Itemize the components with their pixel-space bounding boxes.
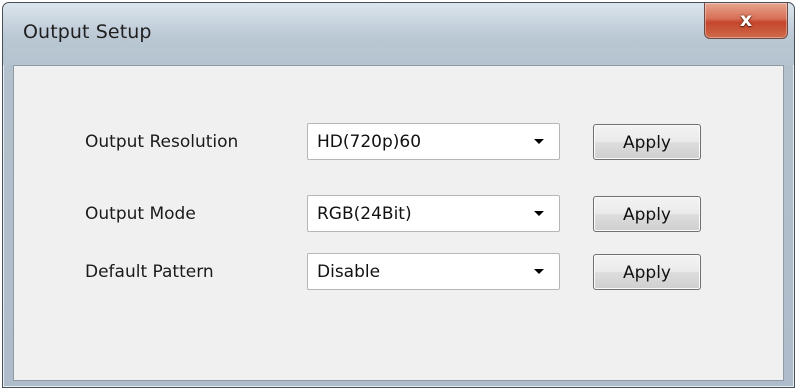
output-resolution-row: Output Resolution HD(720p)60 Apply bbox=[14, 123, 783, 163]
default-pattern-row: Default Pattern Disable Apply bbox=[14, 253, 783, 293]
output-mode-label: Output Mode bbox=[85, 204, 196, 224]
title-bar[interactable]: Output Setup x bbox=[3, 3, 794, 65]
apply-output-mode-button[interactable]: Apply bbox=[593, 196, 701, 232]
close-icon: x bbox=[739, 9, 753, 31]
window-title: Output Setup bbox=[23, 21, 152, 43]
chevron-down-icon bbox=[534, 269, 544, 274]
settings-panel: Output Resolution HD(720p)60 Apply Outpu… bbox=[13, 65, 784, 381]
chevron-down-icon bbox=[534, 211, 544, 216]
default-pattern-select[interactable]: Disable bbox=[307, 253, 560, 290]
output-mode-row: Output Mode RGB(24Bit) Apply bbox=[14, 195, 783, 235]
apply-output-resolution-button[interactable]: Apply bbox=[593, 124, 701, 160]
output-mode-value: RGB(24Bit) bbox=[317, 204, 412, 224]
output-resolution-select[interactable]: HD(720p)60 bbox=[307, 123, 560, 160]
output-resolution-label: Output Resolution bbox=[85, 132, 239, 152]
output-mode-select[interactable]: RGB(24Bit) bbox=[307, 195, 560, 232]
chevron-down-icon bbox=[534, 139, 544, 144]
output-resolution-value: HD(720p)60 bbox=[317, 132, 422, 152]
close-button[interactable]: x bbox=[704, 3, 788, 39]
default-pattern-value: Disable bbox=[317, 262, 381, 282]
output-setup-dialog: Output Setup x Output Resolution HD(720p… bbox=[2, 2, 795, 388]
apply-default-pattern-button[interactable]: Apply bbox=[593, 254, 701, 290]
default-pattern-label: Default Pattern bbox=[85, 262, 214, 282]
